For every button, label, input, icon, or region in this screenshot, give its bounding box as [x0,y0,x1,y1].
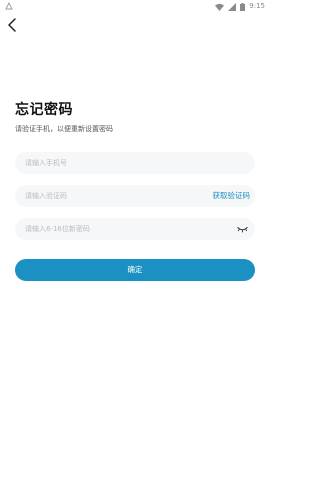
phone-input[interactable] [25,152,195,174]
page-title: 忘记密码 [15,102,73,118]
battery-icon [240,2,246,11]
back-button[interactable] [4,17,20,36]
chevron-left-icon [7,17,17,36]
verification-code-input[interactable] [25,185,195,207]
eye-closed-icon[interactable] [236,223,248,235]
wifi-icon [215,3,225,11]
phone-field [15,152,255,174]
confirm-button[interactable]: 确定 [15,259,255,281]
page-subtitle: 请验证手机，以便重新设置密码 [15,125,113,133]
status-icons: 9:15 [215,2,265,11]
signal-icon [228,2,237,11]
new-password-field [15,218,255,240]
status-time: 9:15 [249,2,265,10]
forgot-password-screen: 9:15 忘记密码 请验证手机，以便重新设置密码 获取验证码 确定 [0,0,270,480]
alert-icon [5,1,13,10]
get-code-button[interactable]: 获取验证码 [213,185,251,207]
new-password-input[interactable] [25,218,195,240]
verification-code-field: 获取验证码 [15,185,255,207]
status-bar: 9:15 [0,0,270,13]
